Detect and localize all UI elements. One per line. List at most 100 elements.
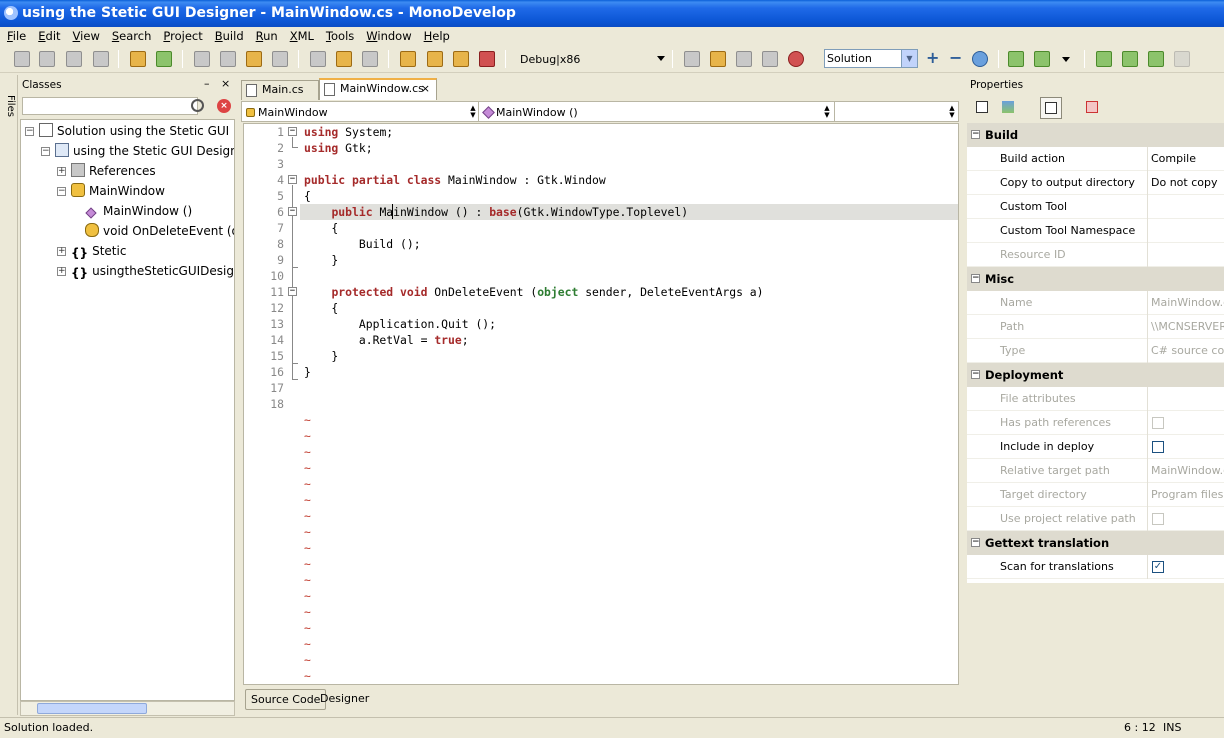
property-row-scan-for-translations[interactable]: Scan for translations ✓ bbox=[967, 555, 1224, 579]
fold-marker-icon[interactable]: − bbox=[288, 175, 297, 184]
debug-icon[interactable] bbox=[1034, 51, 1050, 67]
settings-icon[interactable] bbox=[972, 51, 988, 67]
property-row-resource-id[interactable]: Resource ID bbox=[967, 243, 1224, 267]
step-into-icon[interactable] bbox=[1122, 51, 1138, 67]
category-gettext-translation[interactable]: − Gettext translation bbox=[967, 531, 1224, 555]
collapse-icon[interactable]: − bbox=[41, 147, 50, 156]
menu-help[interactable]: Help bbox=[417, 27, 455, 45]
menu-run[interactable]: Run bbox=[249, 27, 283, 45]
solution-selector[interactable]: Solution ▼ bbox=[824, 49, 918, 68]
undo-icon[interactable] bbox=[130, 51, 146, 67]
collapse-icon[interactable]: − bbox=[971, 370, 980, 379]
property-row-file-attributes[interactable]: File attributes bbox=[967, 387, 1224, 411]
save-icon[interactable] bbox=[66, 51, 82, 67]
fold-marker-icon[interactable]: − bbox=[288, 127, 297, 136]
property-row-has-path-references[interactable]: Has path references bbox=[967, 411, 1224, 435]
configuration-dropdown-icon[interactable] bbox=[657, 56, 665, 61]
fold-marker-icon[interactable]: − bbox=[288, 207, 297, 216]
tree-item-references[interactable]: + References bbox=[57, 162, 156, 180]
category-misc[interactable]: − Misc bbox=[967, 267, 1224, 291]
copy-icon[interactable] bbox=[220, 51, 236, 67]
menu-build[interactable]: Build bbox=[208, 27, 249, 45]
menu-tools[interactable]: Tools bbox=[319, 27, 359, 45]
stop-icon[interactable] bbox=[788, 51, 804, 67]
menu-view[interactable]: View bbox=[66, 27, 105, 45]
code-editor[interactable]: 1 2 3 4 5 6 7 8 9 10 11 12 13 14 15 16 1… bbox=[243, 123, 959, 685]
tree-item-stetic-namespace[interactable]: + {} Stetic bbox=[57, 242, 126, 260]
expand-icon[interactable]: + bbox=[57, 167, 66, 176]
collapse-icon[interactable]: − bbox=[971, 274, 980, 283]
tree-item-ondeleteevent[interactable]: void OnDeleteEvent (ob bbox=[85, 222, 234, 240]
configuration-selector[interactable]: Debug|x86 bbox=[520, 53, 580, 66]
tree-horizontal-scrollbar[interactable] bbox=[20, 701, 235, 716]
run-icon[interactable] bbox=[1008, 51, 1024, 67]
save-all-icon[interactable] bbox=[93, 51, 109, 67]
property-row-use-project-relative-path[interactable]: Use project relative path bbox=[967, 507, 1224, 531]
bookmark-clear-icon[interactable] bbox=[479, 51, 495, 67]
include-in-deploy-checkbox[interactable] bbox=[1152, 441, 1164, 453]
property-row-relative-target-path[interactable]: Relative target pathMainWindow.cs bbox=[967, 459, 1224, 483]
open-file-icon[interactable] bbox=[39, 51, 55, 67]
close-tab-icon[interactable]: × bbox=[421, 80, 430, 98]
alphabetical-view-button[interactable] bbox=[998, 97, 1020, 119]
category-deployment[interactable]: − Deployment bbox=[967, 363, 1224, 387]
bookmark-toggle-icon[interactable] bbox=[400, 51, 416, 67]
add-icon[interactable]: + bbox=[926, 50, 942, 67]
tab-main-cs[interactable]: Main.cs bbox=[241, 80, 319, 100]
events-view-button[interactable] bbox=[1082, 97, 1104, 119]
menu-search[interactable]: Search bbox=[105, 27, 157, 45]
new-file-icon[interactable] bbox=[14, 51, 30, 67]
menu-xml[interactable]: XML bbox=[283, 27, 319, 45]
region-selector-arrows-icon[interactable]: ▲ ▼ bbox=[948, 105, 956, 119]
fold-marker-icon[interactable]: − bbox=[288, 287, 297, 296]
menu-window[interactable]: Window bbox=[359, 27, 416, 45]
tab-mainwindow-cs[interactable]: MainWindow.cs × bbox=[319, 78, 437, 100]
property-row-path[interactable]: Path\\MCNSERVER2 bbox=[967, 315, 1224, 339]
find-icon[interactable] bbox=[310, 51, 326, 67]
clear-search-icon[interactable]: × bbox=[217, 99, 231, 113]
property-row-include-in-deploy[interactable]: Include in deploy bbox=[967, 435, 1224, 459]
member-selector[interactable]: MainWindow () bbox=[480, 104, 834, 121]
menu-project[interactable]: Project bbox=[156, 27, 207, 45]
build-icon[interactable] bbox=[684, 51, 700, 67]
redo-icon[interactable] bbox=[156, 51, 172, 67]
pause-icon[interactable] bbox=[1174, 51, 1190, 67]
paste-icon[interactable] bbox=[246, 51, 262, 67]
cut-icon[interactable] bbox=[194, 51, 210, 67]
rebuild-icon[interactable] bbox=[710, 51, 726, 67]
files-pad-tab[interactable]: Files bbox=[0, 75, 18, 715]
class-search-input[interactable] bbox=[22, 97, 198, 115]
collapse-icon[interactable]: − bbox=[971, 538, 980, 547]
remove-icon[interactable]: − bbox=[949, 50, 965, 67]
collapse-icon[interactable]: − bbox=[25, 127, 34, 136]
categorized-view-button[interactable] bbox=[972, 97, 994, 119]
category-build[interactable]: − Build bbox=[967, 123, 1224, 147]
property-row-type[interactable]: TypeC# source code bbox=[967, 339, 1224, 363]
tree-item-solution[interactable]: − Solution using the Stetic GUI De bbox=[25, 122, 234, 140]
collapse-icon[interactable]: − bbox=[971, 130, 980, 139]
bookmark-next-icon[interactable] bbox=[453, 51, 469, 67]
property-row-copy-output[interactable]: Copy to output directory Do not copy bbox=[967, 171, 1224, 195]
property-row-target-directory[interactable]: Target directory Program files bbox=[967, 483, 1224, 507]
delete-icon[interactable] bbox=[272, 51, 288, 67]
step-out-icon[interactable] bbox=[1148, 51, 1164, 67]
property-row-build-action[interactable]: Build action Compile bbox=[967, 147, 1224, 171]
scrollbar-thumb[interactable] bbox=[37, 703, 147, 714]
tree-item-project-namespace[interactable]: + {} usingtheSteticGUIDesigne bbox=[57, 262, 234, 280]
properties-view-button[interactable] bbox=[1040, 97, 1062, 119]
menu-file[interactable]: File bbox=[0, 27, 31, 45]
expand-icon[interactable]: + bbox=[57, 247, 66, 256]
build-solution-icon[interactable] bbox=[736, 51, 752, 67]
chevron-down-icon[interactable]: ▼ bbox=[901, 50, 917, 67]
property-row-custom-tool[interactable]: Custom Tool bbox=[967, 195, 1224, 219]
tab-designer[interactable]: Designer bbox=[315, 689, 374, 710]
collapse-icon[interactable]: − bbox=[57, 187, 66, 196]
search-icon[interactable] bbox=[191, 99, 204, 112]
member-selector-arrows-icon[interactable]: ▲ ▼ bbox=[823, 105, 831, 119]
replace-icon[interactable] bbox=[362, 51, 378, 67]
property-row-name[interactable]: NameMainWindow.cs bbox=[967, 291, 1224, 315]
monodevelop-app-icon[interactable] bbox=[4, 6, 18, 20]
run-dropdown-icon[interactable] bbox=[1062, 57, 1070, 62]
bookmark-previous-icon[interactable] bbox=[427, 51, 443, 67]
menu-edit[interactable]: Edit bbox=[31, 27, 65, 45]
